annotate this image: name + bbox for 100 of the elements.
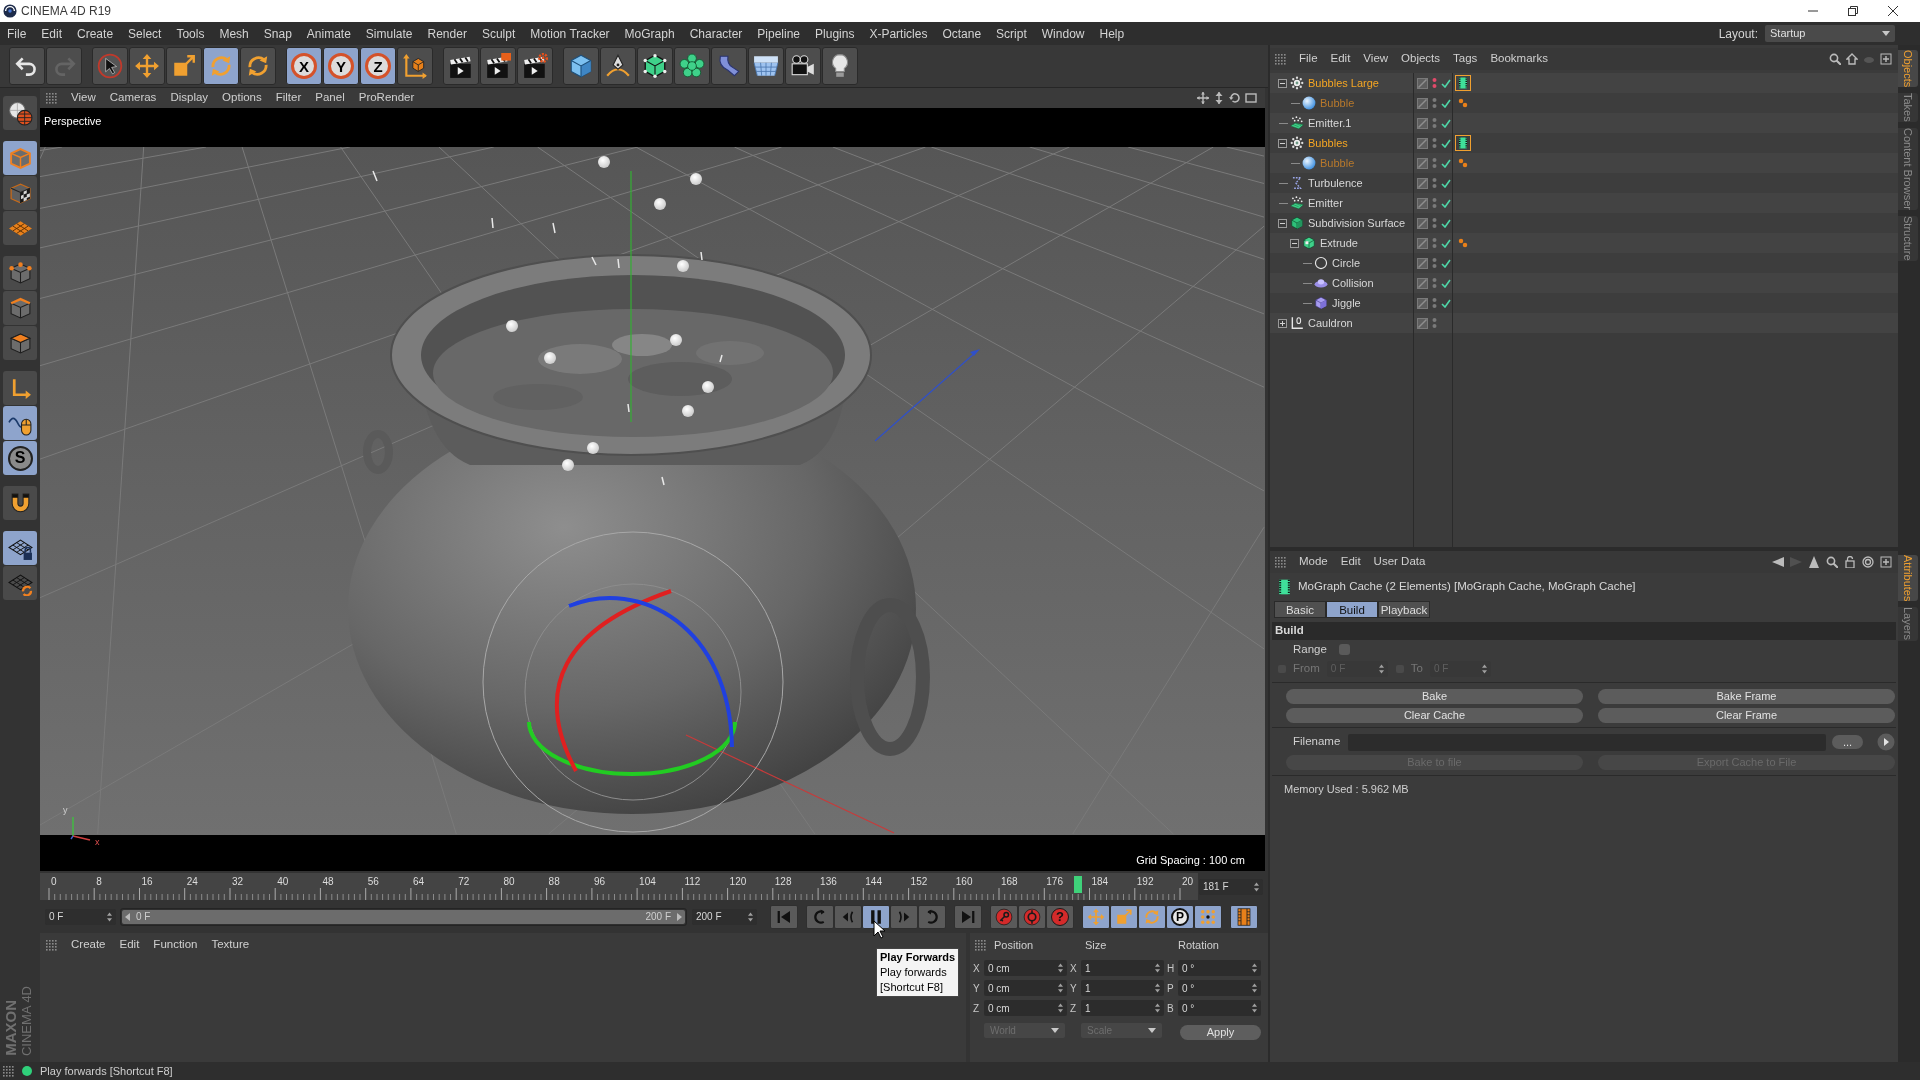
autokey-icon[interactable] [1018, 904, 1046, 929]
visibility-dots-icon[interactable] [1432, 77, 1437, 89]
menu-item[interactable]: Objects [1401, 50, 1441, 68]
object-name[interactable]: Cauldron [1308, 314, 1353, 332]
menu-item[interactable]: Function [153, 936, 198, 954]
rotate-icon[interactable] [1138, 904, 1166, 929]
visibility-dots-icon[interactable] [1432, 217, 1437, 229]
layer-box-icon[interactable] [1417, 157, 1428, 169]
axis-icon[interactable] [3, 371, 37, 405]
layer-box-icon[interactable] [1417, 237, 1428, 249]
tab[interactable]: Playback [1378, 601, 1430, 618]
search-icon[interactable] [1829, 53, 1841, 65]
move-icon[interactable] [129, 47, 165, 85]
check-icon[interactable] [1441, 178, 1451, 188]
menu-item[interactable]: Simulate [365, 24, 413, 43]
end-frame-field[interactable]: 200 F [692, 908, 757, 925]
layer-box-icon[interactable] [1417, 197, 1428, 209]
object-name[interactable]: Turbulence [1308, 174, 1363, 192]
object-row[interactable]: Cauldron [1270, 313, 1898, 333]
move-arrows-icon[interactable] [1197, 92, 1209, 104]
axes-cube-icon[interactable] [397, 47, 433, 85]
clapperboard-icon[interactable] [443, 47, 479, 85]
home-icon[interactable] [1846, 53, 1858, 65]
vertical-arrows-icon[interactable] [1213, 92, 1225, 104]
coordinate-field[interactable]: 0 cm [984, 1000, 1067, 1016]
record-key-icon[interactable] [990, 904, 1018, 929]
bent-tube-icon[interactable] [711, 47, 747, 85]
snap-button[interactable]: S [3, 441, 37, 475]
rotate-icon[interactable] [203, 47, 239, 85]
coordinate-field[interactable]: 1 [1081, 1000, 1164, 1016]
back-arrow-icon[interactable] [1772, 556, 1784, 568]
rotate-icon[interactable] [240, 47, 276, 85]
side-tab[interactable]: Content Browser [1898, 128, 1918, 210]
magnet-icon[interactable] [3, 486, 37, 520]
layer-box-icon[interactable] [1417, 137, 1428, 149]
menu-item[interactable]: User Data [1373, 553, 1426, 571]
playhead[interactable] [1073, 876, 1082, 893]
spinner-icon[interactable] [1252, 963, 1257, 973]
coordinate-field[interactable]: 0 cm [984, 980, 1067, 996]
rotation-gizmo[interactable] [482, 531, 784, 833]
menu-item[interactable]: Octane [942, 24, 982, 43]
scale-icon[interactable] [1110, 904, 1138, 929]
object-name[interactable]: Subdivision Surface [1308, 214, 1406, 232]
collapse-icon[interactable] [1277, 78, 1287, 88]
grip-icon[interactable] [1275, 556, 1286, 568]
check-icon[interactable] [1441, 258, 1451, 268]
visibility-dots-icon[interactable] [1432, 297, 1437, 309]
menu-item[interactable]: Create [71, 936, 106, 954]
browse-button[interactable]: ... [1832, 735, 1863, 749]
side-tab[interactable]: Structure [1898, 216, 1918, 261]
grip-icon[interactable] [46, 92, 57, 104]
visibility-dots-icon[interactable] [1432, 197, 1437, 209]
tab[interactable]: Build [1326, 601, 1378, 618]
cube-cage-icon[interactable] [637, 47, 673, 85]
mouse-icon[interactable] [3, 406, 37, 440]
lock-icon[interactable] [1844, 556, 1856, 568]
check-icon[interactable] [1441, 198, 1451, 208]
spinner-icon[interactable] [1058, 1003, 1063, 1013]
menu-item[interactable]: Select [128, 24, 162, 43]
layer-box-icon[interactable] [1417, 77, 1428, 89]
menu-item[interactable]: File [1299, 50, 1318, 68]
spinner-icon[interactable] [748, 911, 753, 922]
grid-refresh-icon[interactable] [3, 566, 37, 600]
start-frame-field[interactable]: 0 F [45, 908, 116, 925]
action-button[interactable]: Clear Frame [1598, 708, 1895, 723]
object-name[interactable]: Jiggle [1332, 294, 1361, 312]
menu-item[interactable]: Bookmarks [1490, 50, 1548, 68]
layer-box-icon[interactable] [1417, 97, 1428, 109]
menu-item[interactable]: Motion Tracker [530, 24, 610, 43]
current-frame-field[interactable]: 181 F [1199, 878, 1263, 895]
visibility-dots-icon[interactable] [1432, 117, 1437, 129]
frame-range-slider[interactable]: 0 F 200 F [120, 907, 687, 926]
menu-item[interactable]: Tools [176, 24, 205, 43]
axis-lock-button[interactable]: Y [323, 47, 359, 85]
side-tab[interactable]: Takes [1898, 93, 1918, 123]
search-icon[interactable] [1826, 556, 1838, 568]
check-icon[interactable] [1441, 298, 1451, 308]
object-row[interactable]: Emitter [1270, 193, 1898, 213]
plus-box-icon[interactable] [1880, 53, 1892, 65]
scale-icon[interactable] [166, 47, 202, 85]
menu-item[interactable]: Character [689, 24, 743, 43]
menu-item[interactable]: MoGraph [624, 24, 675, 43]
side-tab[interactable]: Layers [1898, 607, 1918, 641]
grip-icon[interactable] [975, 939, 986, 951]
menu-item[interactable]: Display [170, 89, 209, 107]
grip-icon[interactable] [1275, 53, 1286, 65]
menu-item[interactable]: Tags [1453, 50, 1478, 68]
action-button[interactable]: Bake [1286, 689, 1583, 704]
cube-icon[interactable] [563, 47, 599, 85]
spinner-icon[interactable] [1155, 1003, 1160, 1013]
spinner-icon[interactable] [1254, 881, 1259, 892]
globe-icon[interactable] [3, 96, 37, 130]
object-name[interactable]: Collision [1332, 274, 1374, 292]
visibility-dots-icon[interactable] [1432, 237, 1437, 249]
spinner-icon[interactable] [107, 911, 112, 922]
coordinate-field[interactable]: 0 ° [1178, 960, 1261, 976]
cube-face-icon[interactable] [3, 326, 37, 360]
pen-icon[interactable] [600, 47, 636, 85]
menu-item[interactable]: Snap [263, 24, 292, 43]
film-icon[interactable] [1455, 75, 1471, 91]
